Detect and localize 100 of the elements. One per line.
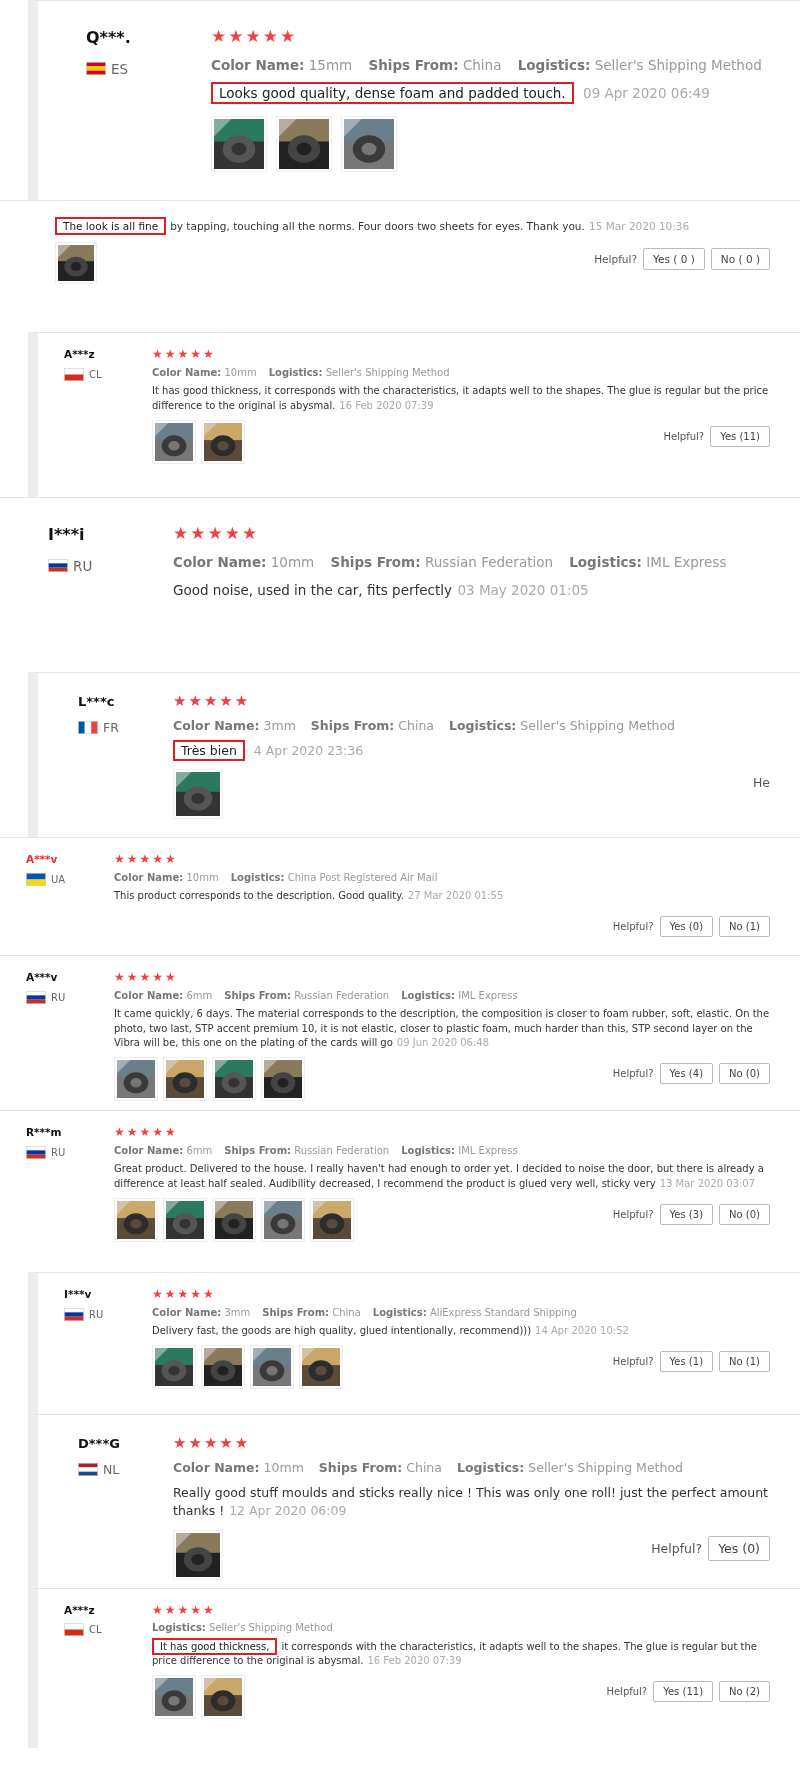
vote-button[interactable]: Yes (11) — [710, 425, 770, 447]
review-text: It has good thickness, it corresponds with the characteristics, it adapts well to the shapes. The glue is regular but the price difference to the original is abysmal. 16 Feb 2020 07:39 — [152, 1639, 770, 1669]
vote-button[interactable]: No (1) — [719, 916, 770, 937]
helpful-label: Helpful? — [612, 1208, 654, 1220]
star-icon: ★ — [280, 28, 296, 45]
star-icon: ★ — [165, 853, 176, 865]
star-icon: ★ — [126, 971, 138, 983]
review-text: Très bien 4 Apr 2020 23:36 — [173, 742, 770, 761]
review-text: This product corresponds to the description. Good quality. 27 Mar 2020 01:55 — [114, 889, 505, 903]
vote-button[interactable]: No ( 0 ) — [710, 248, 770, 270]
country-code: RU — [89, 1308, 104, 1320]
order-detail: Logistics: IML Express — [569, 553, 727, 570]
vote-button[interactable]: Yes (0) — [708, 1535, 770, 1561]
star-icon: ★ — [173, 1436, 187, 1451]
order-detail: Ships From: Russian Federation — [224, 989, 390, 1001]
country-code: RU — [51, 991, 66, 1003]
order-detail: Color Name: 6mm — [114, 1144, 213, 1156]
vote-button[interactable]: Yes (0) — [659, 916, 714, 937]
country-code: RU — [51, 1146, 66, 1158]
order-detail: Logistics: Seller's Shipping Method — [268, 366, 450, 378]
reviewer-name: A***z — [64, 1603, 95, 1616]
helpful-label: He — [752, 775, 770, 791]
star-icon: ★ — [165, 1126, 176, 1138]
flag-icon — [26, 990, 46, 1004]
country-code: NL — [103, 1461, 120, 1477]
order-detail: Color Name: 10mm — [173, 1460, 304, 1476]
order-detail: Ships From: Russian Federation — [224, 1144, 390, 1156]
order-detail: Color Name: 15mm — [211, 56, 353, 73]
star-icon: ★ — [211, 28, 227, 45]
order-detail: Logistics: IML Express — [401, 1144, 518, 1156]
review-text: Delivery fast, the goods are high quality, glued intentionally, recommend))) 14 Apr 2020 10:52 — [152, 1324, 630, 1338]
helpful-label: Helpful? — [606, 1686, 648, 1698]
star-icon: ★ — [190, 1288, 202, 1300]
review-text: Great product. Delivered to the house. I really haven't had enough to order yet. I decided to noise the door, but there is already a difference at least half sealed. Audibility decreased, I recommend the product is glued very well, sticky very 13 Mar 2020 03:07 — [114, 1162, 765, 1191]
star-icon: ★ — [139, 1126, 151, 1138]
star-icon: ★ — [152, 853, 164, 865]
star-icon: ★ — [177, 348, 189, 360]
flag-icon — [64, 1307, 84, 1321]
star-icon: ★ — [190, 525, 206, 542]
reviewer-name: I***v — [64, 1288, 92, 1300]
review-text: Good noise, used in the car, fits perfectly 03 May 2020 01:05 — [173, 581, 590, 601]
star-icon: ★ — [245, 28, 261, 45]
star-icon: ★ — [203, 348, 214, 360]
country-code: ES — [111, 60, 129, 77]
country-code: UA — [51, 873, 66, 885]
star-icon: ★ — [203, 1288, 214, 1300]
star-icon: ★ — [224, 525, 240, 542]
star-icon: ★ — [114, 971, 125, 983]
order-detail: Color Name: 3mm — [173, 718, 296, 734]
star-icon: ★ — [152, 971, 164, 983]
star-icon: ★ — [234, 1436, 249, 1451]
order-detail: Color Name: 3mm — [152, 1306, 251, 1318]
star-icon: ★ — [177, 1288, 189, 1300]
vote-button[interactable]: Yes (3) — [659, 1203, 714, 1225]
flag-icon — [48, 559, 68, 572]
star-icon: ★ — [164, 1288, 176, 1300]
star-icon: ★ — [152, 1288, 163, 1300]
star-icon: ★ — [188, 694, 202, 709]
order-detail: Logistics: Seller's Shipping Method — [152, 1622, 333, 1634]
country-code: RU — [73, 557, 93, 574]
star-icon: ★ — [190, 348, 202, 360]
star-icon: ★ — [139, 971, 151, 983]
reviewer-name: D***G — [78, 1436, 120, 1451]
star-icon: ★ — [177, 1603, 189, 1616]
order-detail: Logistics: China Post Registered Air Mail — [230, 871, 438, 883]
country-code: FR — [103, 719, 119, 735]
vote-button[interactable]: No (2) — [719, 1681, 770, 1703]
review-text: It has good thickness, it corresponds with the characteristics, it adapts well to the shapes. The glue is regular but the price difference to the original is abysmal. 16 Feb 2020 07:39 — [152, 384, 770, 413]
flag-icon — [78, 720, 98, 734]
star-icon: ★ — [164, 348, 176, 360]
flag-icon — [64, 367, 84, 381]
order-detail: Ships From: Russian Federation — [330, 553, 554, 570]
star-icon: ★ — [139, 853, 151, 865]
helpful-label: Helpful? — [612, 921, 654, 932]
star-icon: ★ — [152, 348, 163, 360]
vote-button[interactable]: Yes (1) — [659, 1351, 714, 1372]
star-icon: ★ — [188, 1436, 202, 1451]
reviewer-name: I***i — [48, 525, 85, 544]
star-icon: ★ — [165, 971, 176, 983]
star-icon: ★ — [242, 525, 258, 542]
vote-button[interactable]: No (1) — [719, 1351, 770, 1372]
helpful-label: Helpful? — [651, 1540, 703, 1556]
vote-button[interactable]: No (0) — [719, 1063, 770, 1084]
order-detail: Ships From: China — [368, 56, 502, 73]
order-detail: Logistics: Seller's Shipping Method — [456, 1460, 683, 1476]
star-icon: ★ — [228, 28, 244, 45]
vote-button[interactable]: No (0) — [719, 1203, 770, 1225]
country-code: CL — [89, 368, 102, 380]
order-detail: Logistics: Seller's Shipping Method — [449, 718, 676, 734]
review-text: Really good stuff moulds and sticks really nice ! This was only one roll! just the perfect amount thanks ! 12 Apr 2020 06:09 — [173, 1484, 769, 1521]
star-icon: ★ — [152, 1126, 164, 1138]
vote-button[interactable]: Yes (11) — [653, 1681, 714, 1703]
star-icon: ★ — [219, 694, 233, 709]
vote-button[interactable]: Yes ( 0 ) — [643, 248, 705, 270]
star-icon: ★ — [234, 694, 249, 709]
star-icon: ★ — [262, 28, 278, 45]
star-icon: ★ — [207, 525, 223, 542]
vote-button[interactable]: Yes (4) — [659, 1063, 714, 1084]
flag-icon — [26, 872, 46, 886]
reviewer-name: R***m — [26, 1126, 62, 1138]
